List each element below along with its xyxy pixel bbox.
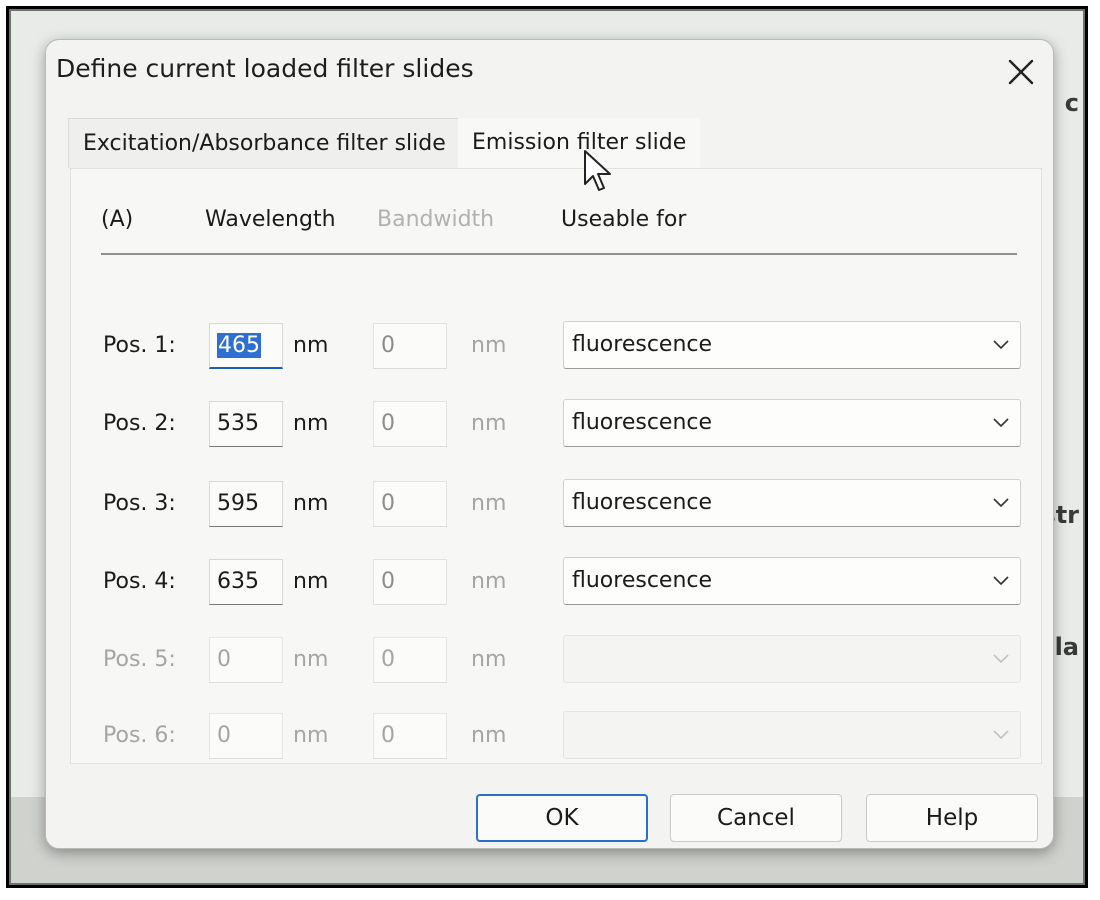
ok-button[interactable]: OK [476, 794, 648, 842]
bandwidth-unit: nm [471, 569, 507, 594]
chevron-down-icon [993, 654, 1009, 664]
bandwidth-input-pos-4[interactable]: 0 [373, 559, 447, 605]
useable-for-value: fluorescence [572, 410, 713, 435]
column-header-bandwidth: Bandwidth [377, 207, 495, 232]
position-row-1: Pos. 1: 465 nm 0 nm fluorescence [71, 321, 1041, 383]
useable-for-select-pos-5 [563, 635, 1021, 683]
position-label: Pos. 5: [103, 647, 176, 672]
tab-excitation-absorbance[interactable]: Excitation/Absorbance filter slide [68, 118, 461, 168]
useable-for-select-pos-2[interactable]: fluorescence [563, 399, 1021, 447]
wavelength-input-pos-2[interactable]: 535 [209, 401, 283, 447]
useable-for-select-pos-4[interactable]: fluorescence [563, 557, 1021, 605]
wavelength-unit: nm [293, 491, 329, 516]
photo-frame: c str lla Define current loaded filter s… [6, 6, 1088, 888]
screen: c str lla Define current loaded filter s… [11, 11, 1083, 883]
filter-slides-dialog: Define current loaded filter slides Exci… [45, 39, 1054, 849]
useable-for-value: fluorescence [572, 332, 713, 357]
help-button[interactable]: Help [866, 794, 1038, 842]
wavelength-unit: nm [293, 333, 329, 358]
useable-for-value: fluorescence [572, 568, 713, 593]
position-row-4: Pos. 4: 635 nm 0 nm fluorescence [71, 557, 1041, 619]
bandwidth-unit: nm [471, 491, 507, 516]
wavelength-unit: nm [293, 569, 329, 594]
position-row-3: Pos. 3: 595 nm 0 nm fluorescence [71, 479, 1041, 541]
bandwidth-input-pos-5: 0 [373, 637, 447, 683]
chevron-down-icon [993, 576, 1009, 586]
dialog-title: Define current loaded filter slides [56, 54, 474, 83]
useable-for-select-pos-6 [563, 711, 1021, 759]
header-divider [101, 253, 1017, 255]
wavelength-input-pos-3[interactable]: 595 [209, 481, 283, 527]
position-label: Pos. 3: [103, 491, 176, 516]
useable-for-select-pos-1[interactable]: fluorescence [563, 321, 1021, 369]
wavelength-input-pos-4[interactable]: 635 [209, 559, 283, 605]
position-label: Pos. 4: [103, 569, 176, 594]
column-header-a: (A) [101, 207, 134, 232]
bandwidth-unit: nm [471, 411, 507, 436]
column-header-useable-for: Useable for [561, 207, 687, 232]
background-text-fragment: c [1064, 89, 1079, 117]
position-label: Pos. 6: [103, 723, 176, 748]
useable-for-value: fluorescence [572, 490, 713, 515]
tab-emission[interactable]: Emission filter slide [458, 118, 701, 168]
position-row-5: Pos. 5: 0 nm 0 nm [71, 635, 1041, 697]
bandwidth-input-pos-3[interactable]: 0 [373, 481, 447, 527]
cancel-button[interactable]: Cancel [670, 794, 842, 842]
wavelength-unit: nm [293, 723, 329, 748]
useable-for-select-pos-3[interactable]: fluorescence [563, 479, 1021, 527]
close-button[interactable] [999, 50, 1043, 94]
position-label: Pos. 2: [103, 411, 176, 436]
chevron-down-icon [993, 498, 1009, 508]
wavelength-input-pos-6: 0 [209, 713, 283, 759]
wavelength-unit: nm [293, 647, 329, 672]
bandwidth-unit: nm [471, 333, 507, 358]
wavelength-input-pos-1[interactable]: 465 [209, 323, 283, 369]
wavelength-input-pos-5: 0 [209, 637, 283, 683]
position-row-2: Pos. 2: 535 nm 0 nm fluorescence [71, 399, 1041, 461]
wavelength-unit: nm [293, 411, 329, 436]
bandwidth-unit: nm [471, 647, 507, 672]
chevron-down-icon [993, 418, 1009, 428]
tab-content-panel: (A) Wavelength Bandwidth Useable for Pos… [70, 168, 1042, 764]
chevron-down-icon [993, 340, 1009, 350]
position-row-6: Pos. 6: 0 nm 0 nm [71, 711, 1041, 773]
position-label: Pos. 1: [103, 333, 176, 358]
close-icon [1008, 59, 1034, 85]
bandwidth-input-pos-6: 0 [373, 713, 447, 759]
column-header-wavelength: Wavelength [205, 207, 336, 232]
mouse-pointer-icon [584, 150, 611, 191]
bandwidth-input-pos-1[interactable]: 0 [373, 323, 447, 369]
bandwidth-unit: nm [471, 723, 507, 748]
bandwidth-input-pos-2[interactable]: 0 [373, 401, 447, 447]
wavelength-value: 465 [217, 333, 261, 358]
chevron-down-icon [993, 730, 1009, 740]
